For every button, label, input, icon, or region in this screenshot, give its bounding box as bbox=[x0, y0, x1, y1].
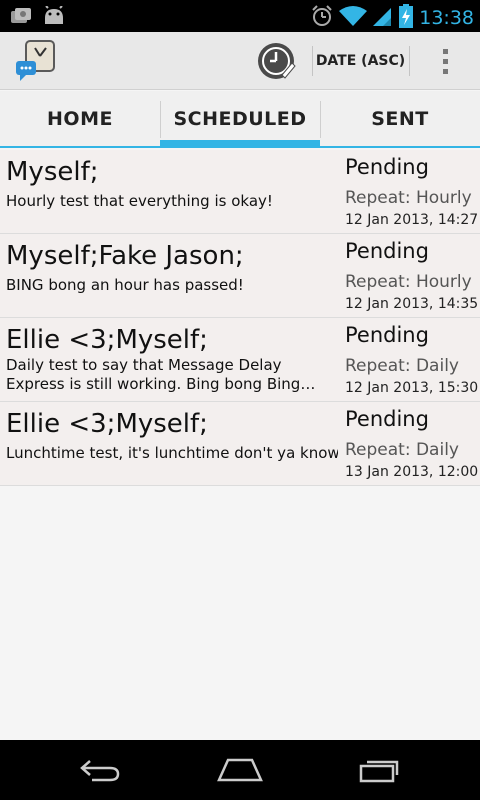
repeat-label: Repeat: Daily bbox=[345, 356, 459, 376]
alarm-icon bbox=[311, 5, 333, 31]
action-divider bbox=[409, 46, 410, 76]
status-bar: 13:38 bbox=[0, 0, 480, 32]
recipients: Ellie <3;Myself; bbox=[6, 409, 208, 439]
status-label: Pending bbox=[345, 407, 429, 431]
overflow-menu-icon[interactable] bbox=[420, 32, 470, 90]
home-icon[interactable] bbox=[210, 750, 270, 790]
sort-button[interactable]: DATE (ASC) bbox=[313, 32, 408, 90]
repeat-label: Repeat: Hourly bbox=[345, 188, 472, 208]
tab-bar: HOME SCHEDULED SENT bbox=[0, 91, 480, 148]
repeat-label: Repeat: Daily bbox=[345, 440, 459, 460]
scheduled-message-list: Myself; Hourly test that everything is o… bbox=[0, 150, 480, 486]
tab-sent[interactable]: SENT bbox=[320, 91, 480, 146]
status-label: Pending bbox=[345, 155, 429, 179]
recipients: Myself;Fake Jason; bbox=[6, 241, 244, 271]
battery-charging-icon bbox=[399, 4, 414, 32]
wifi-icon bbox=[339, 5, 368, 31]
back-icon[interactable] bbox=[70, 750, 130, 790]
list-item[interactable]: Ellie <3;Myself; Lunchtime test, it's lu… bbox=[0, 402, 480, 486]
empty-list-area bbox=[0, 486, 480, 740]
status-time: 13:38 bbox=[419, 7, 474, 29]
action-bar: DATE (ASC) bbox=[0, 32, 480, 90]
tab-home[interactable]: HOME bbox=[0, 91, 160, 146]
scheduled-date: 12 Jan 2013, 14:27 bbox=[345, 212, 479, 228]
message-text: Hourly test that everything is okay! bbox=[6, 192, 273, 210]
tab-scheduled[interactable]: SCHEDULED bbox=[160, 91, 320, 146]
message-text: Daily test to say that Message Delay Exp… bbox=[6, 356, 301, 393]
scheduled-date: 12 Jan 2013, 15:30 bbox=[345, 380, 479, 396]
scheduled-date: 13 Jan 2013, 12:00 bbox=[345, 464, 479, 480]
list-item[interactable]: Myself;Fake Jason; BING bong an hour has… bbox=[0, 234, 480, 318]
status-label: Pending bbox=[345, 323, 429, 347]
scheduled-date: 12 Jan 2013, 14:35 bbox=[345, 296, 479, 312]
message-text: Lunchtime test, it's lunchtime don't ya … bbox=[6, 444, 338, 462]
status-label: Pending bbox=[345, 239, 429, 263]
recipients: Ellie <3;Myself; bbox=[6, 325, 208, 355]
message-clock-icon[interactable] bbox=[14, 39, 58, 83]
recipients: Myself; bbox=[6, 157, 99, 187]
message-text: BING bong an hour has passed! bbox=[6, 276, 244, 294]
recent-apps-icon[interactable] bbox=[350, 750, 410, 790]
clock-edit-icon[interactable] bbox=[252, 38, 300, 84]
list-item[interactable]: Ellie <3;Myself; Daily test to say that … bbox=[0, 318, 480, 402]
repeat-label: Repeat: Hourly bbox=[345, 272, 472, 292]
android-notification-icon bbox=[42, 5, 66, 30]
signal-icon bbox=[373, 5, 393, 31]
photo-notification-icon bbox=[10, 6, 32, 30]
navigation-bar bbox=[0, 740, 480, 800]
list-item[interactable]: Myself; Hourly test that everything is o… bbox=[0, 150, 480, 234]
